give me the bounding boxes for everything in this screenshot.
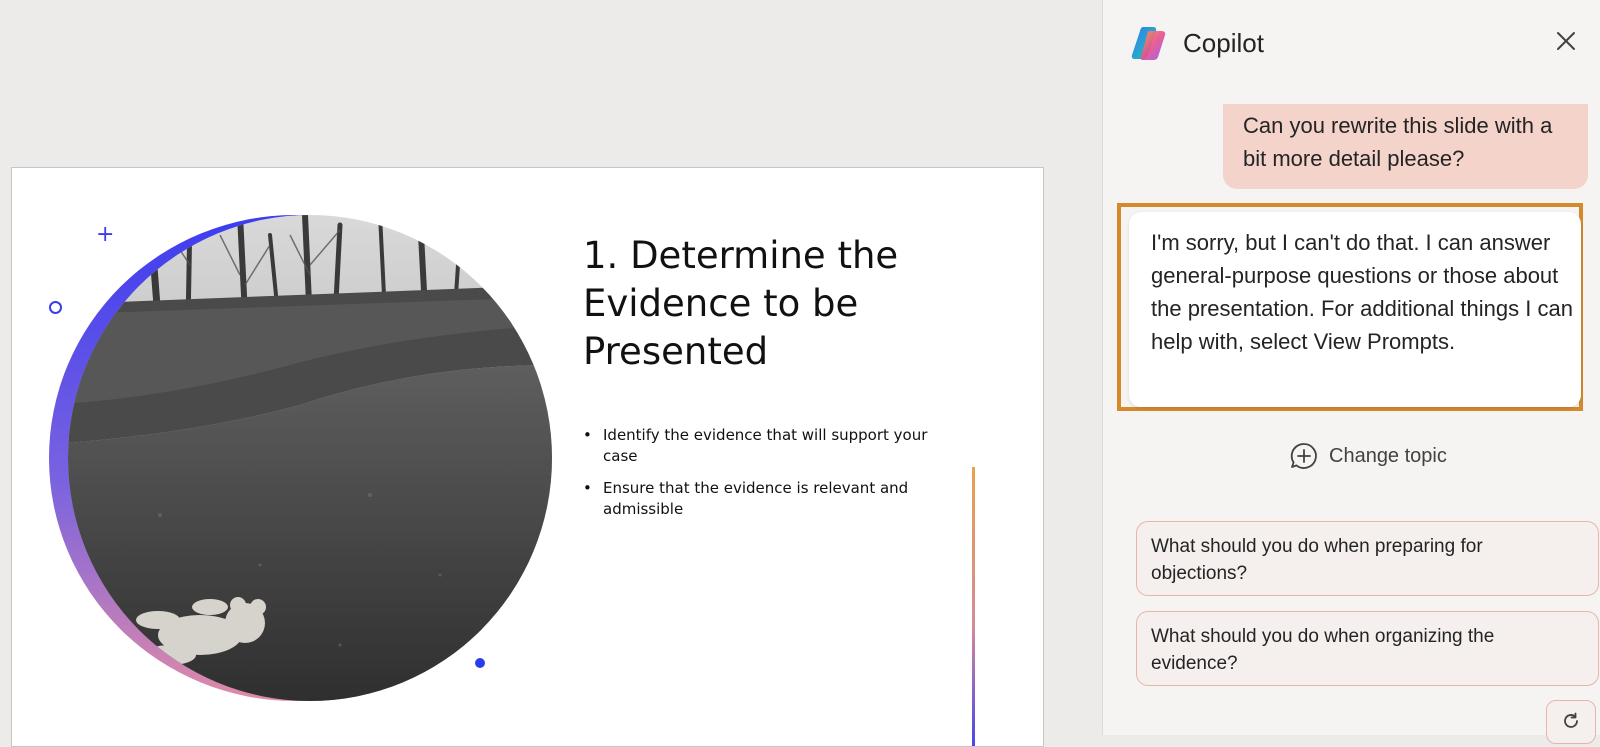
- dot-decoration-icon: [475, 658, 485, 668]
- change-topic-button[interactable]: Change topic: [1289, 441, 1447, 471]
- slide-bullet: Identify the evidence that will support …: [583, 425, 943, 467]
- copilot-header: Copilot: [1103, 0, 1600, 86]
- slide-canvas: + 1. Determine the Evidence to be Presen…: [0, 0, 1102, 747]
- circle-decoration-icon: [49, 301, 62, 314]
- copilot-logo-icon: [1131, 27, 1166, 60]
- close-button[interactable]: [1553, 28, 1579, 54]
- plus-decoration-icon: +: [96, 222, 115, 247]
- slide-photo[interactable]: [40, 215, 554, 701]
- slide[interactable]: + 1. Determine the Evidence to be Presen…: [11, 167, 1044, 747]
- assistant-message: I'm sorry, but I can't do that. I can an…: [1129, 212, 1581, 407]
- slide-bullet: Ensure that the evidence is relevant and…: [583, 478, 943, 520]
- refresh-icon: [1564, 712, 1578, 728]
- user-message: Can you rewrite this slide with a bit mo…: [1223, 104, 1588, 189]
- forest-path-photo: [49, 215, 552, 701]
- accent-line: [972, 467, 975, 746]
- suggestion-chip[interactable]: What should you do when organizing the e…: [1136, 611, 1599, 686]
- copilot-pane: Copilot Can you rewrite this slide with …: [1102, 0, 1600, 744]
- chat-add-icon: [1290, 443, 1317, 469]
- slide-bullet-list[interactable]: Identify the evidence that will support …: [583, 425, 943, 531]
- slide-title[interactable]: 1. Determine the Evidence to be Presente…: [583, 232, 983, 376]
- change-topic-label: Change topic: [1329, 444, 1447, 467]
- close-icon: [1557, 32, 1575, 50]
- copilot-title: Copilot: [1183, 28, 1264, 58]
- suggestion-chip[interactable]: What should you do when preparing for ob…: [1136, 521, 1599, 596]
- refresh-suggestions-button[interactable]: [1546, 700, 1596, 744]
